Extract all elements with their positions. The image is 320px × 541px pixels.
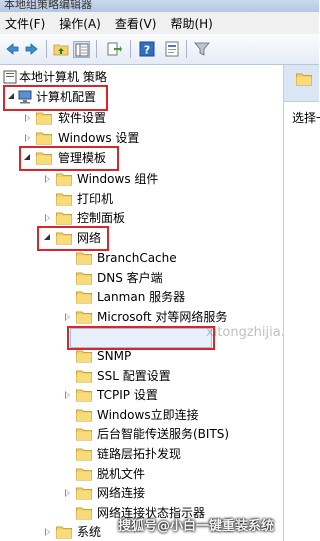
folder-icon — [76, 408, 92, 422]
tree-node-network-child[interactable]: BranchCache — [0, 248, 280, 268]
properties-icon[interactable] — [164, 41, 180, 57]
tree-label-windows-settings: Windows 设置 — [58, 131, 140, 145]
toolbar: ? — [0, 34, 319, 65]
tree-label-network-child: 脱机文件 — [97, 467, 146, 481]
tree-label-root: 本地计算机 策略 — [19, 70, 107, 84]
up-folder-icon[interactable] — [53, 41, 69, 57]
menu-help[interactable]: 帮助(H) — [165, 15, 221, 32]
tree-label-control-panel: 控制面板 — [77, 211, 126, 225]
tree-label-network-child: 系统 — [77, 525, 102, 539]
collapsed-arrow-icon[interactable] — [43, 522, 53, 541]
collapsed-arrow-icon[interactable] — [23, 108, 33, 128]
svg-text:?: ? — [144, 44, 150, 57]
folder-icon — [36, 131, 52, 145]
tree-label-network-child: BranchCache — [97, 251, 177, 265]
watermark-bottom: 搜狐号@小白一键重装系统 — [118, 519, 275, 534]
watermark-middle: xitongzhijia.net / xtzjarcm.net — [206, 325, 283, 340]
tree-node-windows-components[interactable]: Windows 组件 — [0, 169, 280, 189]
tree-pane[interactable]: 本地计算机 策略 计算机配置 软件设置 Windows 设置 管理模板 Wind… — [0, 65, 284, 541]
folder-icon — [56, 172, 72, 186]
tree-label-network-child: SSL 配置设置 — [97, 369, 171, 383]
right-pane-header — [284, 65, 319, 102]
menu-view[interactable]: 查看(V) — [110, 15, 166, 32]
export-list-icon[interactable] — [106, 41, 122, 57]
tree-node-control-panel[interactable]: 控制面板 — [0, 208, 280, 228]
folder-icon — [76, 290, 92, 304]
folder-icon — [76, 271, 92, 285]
tree-node-printers[interactable]: 打印机 — [0, 189, 280, 209]
folder-icon — [76, 447, 92, 461]
tree-label-network-child: 后台智能传送服务(BITS) — [97, 427, 230, 441]
menu-action[interactable]: 操作(A) — [54, 15, 110, 32]
folder-icon — [76, 427, 92, 441]
folder-icon — [296, 72, 312, 89]
highlight-admin-templates — [19, 146, 119, 171]
help-icon[interactable]: ? — [139, 41, 155, 57]
tree-node-network-child[interactable]: 链路层拓扑发现 — [0, 444, 280, 464]
tree-node-network-child[interactable]: 脱机文件 — [0, 464, 280, 484]
tree-label-network-child: TCPIP 设置 — [97, 388, 158, 402]
tree-label-network-child: Microsoft 对等网络服务 — [97, 310, 228, 324]
show-hide-tree-icon[interactable] — [73, 41, 90, 58]
tree-node-network-child[interactable]: SSL 配置设置 — [0, 366, 280, 386]
tree-label-network-child: 网络连接 — [97, 486, 146, 500]
folder-icon — [76, 506, 92, 520]
tree-node-network-child[interactable]: DNS 客户端 — [0, 268, 280, 288]
tree-node-network-child[interactable]: 网络连接 — [0, 483, 280, 503]
menubar: 文件(F) 操作(A) 查看(V) 帮助(H) — [0, 12, 319, 34]
policy-icon — [3, 70, 19, 84]
tree-label-printers: 打印机 — [77, 192, 114, 206]
tree-label-windows-components: Windows 组件 — [77, 172, 159, 186]
folder-icon — [76, 369, 92, 383]
tree-label-software-settings: 软件设置 — [58, 111, 107, 125]
highlight-qos — [67, 326, 215, 350]
tree-label-network-child: 链路层拓扑发现 — [97, 447, 182, 461]
back-arrow-icon[interactable] — [4, 41, 20, 57]
folder-icon — [56, 211, 72, 225]
right-pane[interactable]: 选择一 — [284, 65, 320, 541]
folder-icon — [56, 192, 72, 206]
collapsed-arrow-icon[interactable] — [63, 385, 73, 405]
folder-icon — [76, 310, 92, 324]
collapsed-arrow-icon[interactable] — [63, 307, 73, 327]
tree-label-network-child: Windows立即连接 — [97, 408, 199, 422]
window-titlebar: 本地组策略编辑器 — [0, 0, 319, 12]
folder-icon — [76, 467, 92, 481]
tree-label-network-child: Lanman 服务器 — [97, 290, 186, 304]
tree-node-network-child[interactable]: Windows立即连接 — [0, 405, 280, 425]
collapsed-arrow-icon[interactable] — [63, 483, 73, 503]
right-pane-hint: 选择一 — [292, 111, 320, 125]
folder-icon — [76, 486, 92, 500]
folder-icon — [36, 111, 52, 125]
collapsed-arrow-icon[interactable] — [43, 208, 53, 228]
tree-node-network-child[interactable]: 后台智能传送服务(BITS) — [0, 424, 280, 444]
menu-file[interactable]: 文件(F) — [0, 15, 54, 32]
tree-label-network-child: DNS 客户端 — [97, 271, 163, 285]
tree-node-network-child[interactable]: Lanman 服务器 — [0, 287, 280, 307]
folder-icon — [56, 525, 72, 539]
filter-icon[interactable] — [194, 41, 210, 57]
tree-node-root[interactable]: 本地计算机 策略 — [0, 67, 280, 87]
folder-icon — [76, 349, 92, 363]
folder-icon — [76, 388, 92, 402]
forward-arrow-icon[interactable] — [24, 41, 40, 57]
folder-icon — [76, 251, 92, 265]
collapsed-arrow-icon[interactable] — [23, 128, 33, 148]
tree-node-network-child[interactable]: Microsoft 对等网络服务 — [0, 307, 280, 327]
collapsed-arrow-icon[interactable] — [43, 169, 53, 189]
window-title: 本地组策略编辑器 — [4, 0, 92, 11]
tree-node-software-settings[interactable]: 软件设置 — [0, 108, 280, 128]
tree-node-network-child[interactable]: TCPIP 设置 — [0, 385, 280, 405]
tree-node-windows-settings[interactable]: Windows 设置 — [0, 128, 280, 148]
